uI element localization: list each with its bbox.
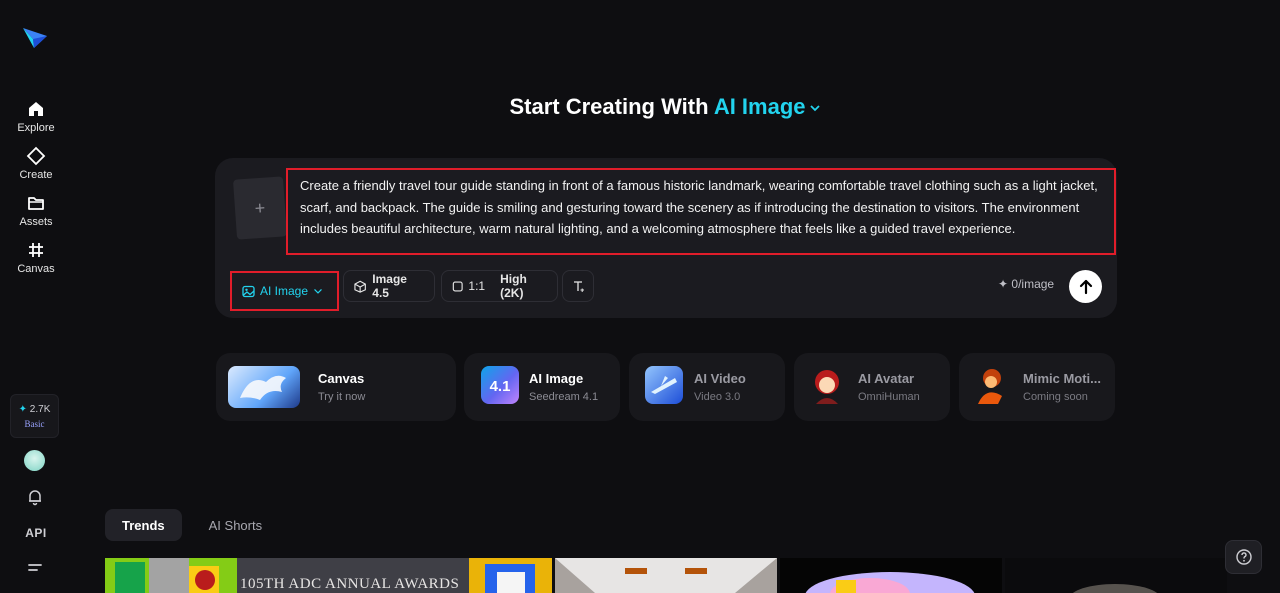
- prompt-composer: + Create a friendly travel tour guide st…: [215, 158, 1117, 318]
- sparkle-icon: ✦: [998, 277, 1009, 291]
- ratio-quality-selector[interactable]: 1:1 High (2K): [441, 270, 558, 302]
- page-title: Start Creating With AI Image: [0, 94, 1280, 120]
- tool-card-mimic-motion[interactable]: Mimic Moti... Coming soon: [959, 353, 1115, 421]
- tool-card-ai-avatar[interactable]: AI Avatar OmniHuman: [794, 353, 950, 421]
- question-mark-icon: [1235, 549, 1252, 565]
- mode-dropdown-label: AI Image: [260, 284, 309, 298]
- tool-card-subtitle: OmniHuman: [858, 391, 920, 403]
- title-prefix: Start Creating With: [509, 94, 709, 119]
- tool-card-title: AI Video: [694, 371, 746, 386]
- sidebar-item-assets[interactable]: Assets: [0, 193, 72, 228]
- sidebar-item-canvas[interactable]: Canvas: [0, 240, 72, 275]
- feed-tabs: Trends AI Shorts: [105, 509, 279, 541]
- send-button[interactable]: [1069, 270, 1102, 303]
- diamond-icon: [26, 146, 46, 166]
- dancer-image: [978, 369, 1002, 404]
- menu-icon[interactable]: [27, 562, 43, 576]
- dark-scene-image: [1072, 584, 1158, 593]
- prompt-input[interactable]: Create a friendly travel tour guide stan…: [286, 168, 1116, 255]
- tool-card-title: Canvas: [318, 371, 365, 386]
- sidebar: Explore Create Assets Canvas ✦ 2.7K Basi…: [0, 0, 72, 593]
- text-format-icon: [573, 280, 584, 292]
- logo-icon[interactable]: [22, 26, 48, 50]
- arrow-up-icon: [1079, 279, 1092, 294]
- mimic-motion-thumbnail: [972, 366, 1010, 404]
- tool-card-title: AI Avatar: [858, 371, 915, 386]
- room-image: [555, 558, 777, 593]
- version-badge-icon: 4.1: [490, 378, 511, 395]
- text-style-button[interactable]: [562, 270, 594, 302]
- tool-card-ai-video[interactable]: AI Video Video 3.0: [629, 353, 785, 421]
- mode-selector[interactable]: AI Image: [714, 94, 821, 119]
- plan-label: Basic: [24, 418, 45, 429]
- tool-card-subtitle: Coming soon: [1023, 391, 1088, 403]
- ai-image-thumbnail: 4.1: [481, 366, 519, 404]
- help-button[interactable]: [1225, 540, 1262, 574]
- gallery-item-room[interactable]: [555, 558, 777, 593]
- tool-card-title: AI Image: [529, 371, 584, 386]
- tool-card-subtitle: Video 3.0: [694, 391, 741, 403]
- gallery-item-adc-awards[interactable]: 105TH ADC ANNUAL AWARDS: [105, 558, 552, 593]
- cost-label: ✦ 0/image: [998, 277, 1055, 291]
- canvas-thumbnail: [228, 366, 300, 408]
- gallery-item-dark[interactable]: [1005, 558, 1227, 593]
- sidebar-item-label: Create: [19, 169, 53, 181]
- plus-icon: +: [254, 197, 266, 218]
- folder-icon: [28, 197, 44, 210]
- image-icon: [242, 285, 255, 297]
- ai-avatar-thumbnail: [808, 366, 846, 404]
- sidebar-item-create[interactable]: Create: [0, 146, 72, 181]
- sparkle-icon: ✦: [18, 403, 28, 415]
- tab-ai-shorts[interactable]: AI Shorts: [192, 509, 279, 541]
- model-selector[interactable]: Image 4.5: [343, 270, 435, 302]
- square-ratio-icon: [452, 281, 463, 291]
- credits-badge[interactable]: ✦ 2.7K Basic: [10, 394, 59, 438]
- tool-card-ai-image[interactable]: 4.1 AI Image Seedream 4.1: [464, 353, 620, 421]
- model-label: Image 4.5: [372, 272, 407, 300]
- chevron-down-icon: [809, 105, 820, 112]
- sidebar-item-label: Canvas: [17, 263, 55, 275]
- holographic-shape-image: [805, 572, 975, 593]
- tool-card-subtitle: Try it now: [318, 391, 366, 403]
- gallery-banner-text: 105TH ADC ANNUAL AWARDS: [240, 576, 460, 592]
- ai-video-thumbnail: [645, 366, 683, 404]
- tool-card-title: Mimic Moti...: [1023, 371, 1101, 386]
- quality-label: High (2K): [500, 272, 527, 300]
- airplane-image: [651, 376, 677, 394]
- api-link[interactable]: API: [0, 526, 72, 540]
- avatar-character-image: [815, 370, 839, 404]
- sidebar-item-label: Explore: [17, 122, 55, 134]
- credits-amount: 2.7K: [29, 403, 51, 415]
- upload-reference-button[interactable]: +: [232, 176, 288, 240]
- cube-icon: [354, 280, 366, 293]
- chevron-down-icon: [314, 289, 322, 294]
- mode-dropdown[interactable]: AI Image: [230, 271, 339, 311]
- sidebar-item-label: Assets: [19, 216, 53, 228]
- avatar[interactable]: [24, 450, 45, 471]
- ratio-label: 1:1: [468, 279, 486, 293]
- mode-label: AI Image: [713, 94, 806, 119]
- bell-icon[interactable]: [26, 488, 44, 506]
- svg-text:4.1: 4.1: [490, 378, 511, 395]
- canvas-grid-icon: [29, 243, 43, 257]
- tool-card-canvas[interactable]: Canvas Try it now: [216, 353, 456, 421]
- tab-trends[interactable]: Trends: [105, 509, 182, 541]
- tool-card-subtitle: Seedream 4.1: [529, 391, 599, 403]
- gallery-item-holographic[interactable]: [780, 558, 1002, 593]
- pegasus-image: [240, 375, 286, 400]
